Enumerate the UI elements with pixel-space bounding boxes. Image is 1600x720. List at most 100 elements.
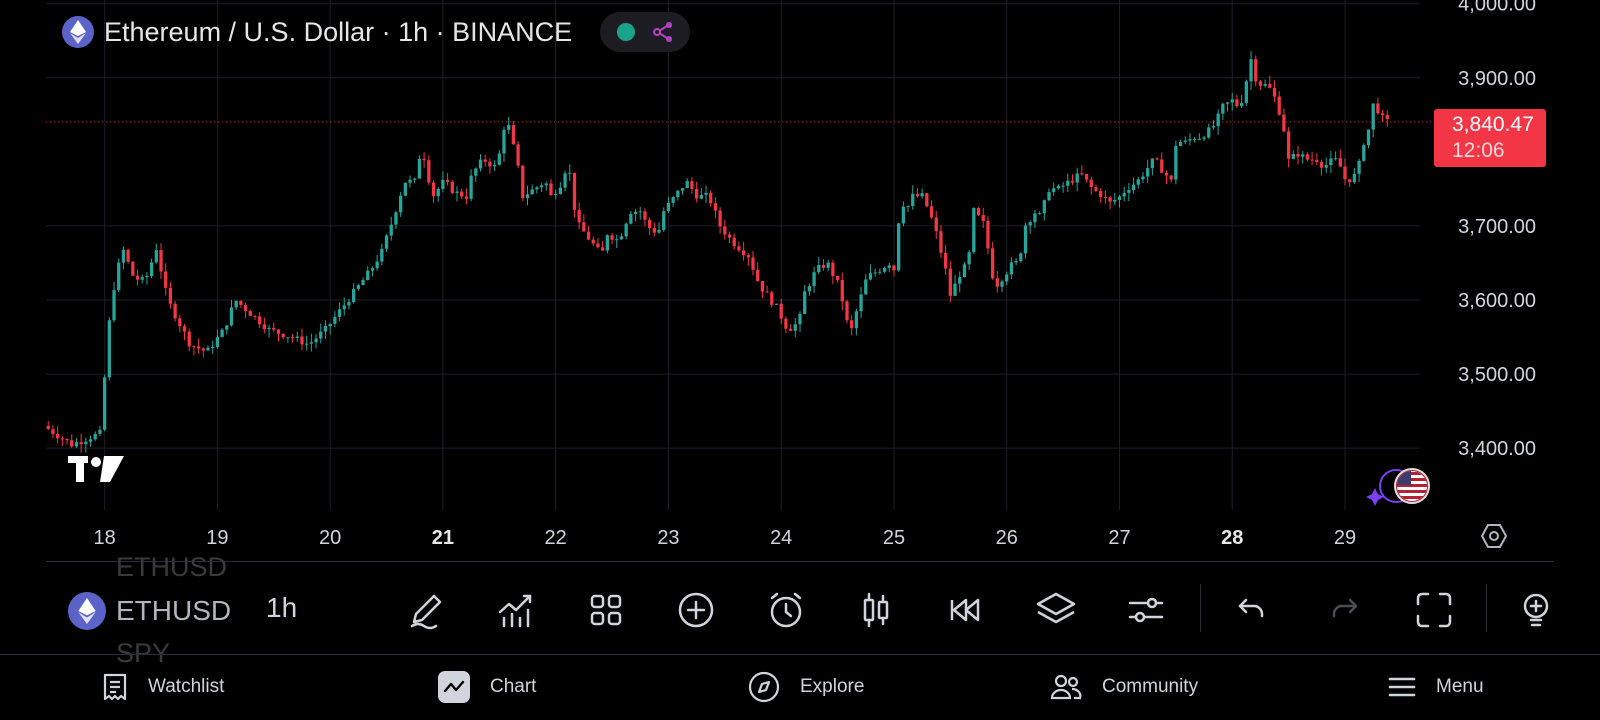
chart-settings-icon[interactable] [1480,524,1508,548]
alert-icon[interactable] [760,584,812,636]
candle-body [990,248,995,279]
ethereum-icon[interactable] [62,16,94,48]
candle-body [741,250,746,256]
candle-body [1150,158,1155,169]
candle-body [1296,153,1300,157]
nav-watchlist[interactable]: Watchlist [102,665,224,709]
candle-body [1014,261,1018,263]
add-icon[interactable] [670,584,722,636]
time-tick-label: 28 [1221,527,1243,549]
templates-icon[interactable] [580,584,632,636]
candle-body [1136,179,1140,185]
candle-body [248,311,252,316]
candle-body [652,228,656,233]
candle-body [295,336,299,338]
bottom-navigation: Watchlist Chart Explore Community Menu [0,655,1600,720]
nav-chart[interactable]: Chart [438,665,536,709]
candle-body [803,291,807,314]
candle-body [1301,154,1305,157]
candle-body [1366,129,1371,146]
candle-body [352,288,356,303]
last-price-tag: 3,840.47 12:06 [1434,109,1546,167]
candle-body [1178,142,1183,147]
candle-body [713,203,718,211]
toolbar-divider [1200,584,1201,632]
candle-body [840,280,844,302]
candle-body [920,193,924,197]
candle-body [51,429,55,434]
candle-body [929,206,934,218]
price-chart[interactable]: 4,000.00 3,900.00 3,700.00 3,600.00 3,500.00… [0,0,1600,562]
nav-explore-label: Explore [800,676,865,697]
candle-body [1108,197,1112,202]
candle-body [60,438,64,440]
candle-body [135,275,140,280]
candle-body [591,239,595,244]
candle-body [46,425,50,430]
candle-body [1141,176,1145,180]
candle-body [1155,158,1159,160]
candle-body [568,172,572,174]
menu-icon [1388,676,1416,698]
candle-body [427,160,431,183]
nav-menu[interactable]: Menu [1388,665,1484,709]
candle-body [1160,159,1164,173]
replay-icon[interactable] [940,584,992,636]
candle-body [464,196,469,199]
candle-body [1131,184,1136,191]
candle-body [1056,185,1061,189]
symbol-carousel-prev: ETHUSD [116,552,228,582]
candle-body [422,158,426,161]
time-tick-label: 18 [94,527,116,549]
economic-events-icon[interactable] [1366,466,1434,510]
candle-body [572,172,577,210]
redo-icon[interactable] [1318,584,1370,636]
candle-body [746,255,750,258]
candle-body [854,311,859,329]
toolbar-divider [1486,584,1487,632]
candle-body [723,226,727,235]
interval-selector[interactable]: 1h [266,592,297,624]
candle-body [831,262,835,276]
candle-body [488,161,492,167]
fullscreen-icon[interactable] [1408,584,1460,636]
indicators-icon[interactable] [490,584,542,636]
candle-body [1324,164,1328,168]
candle-body [1047,192,1051,201]
candle-body [1042,200,1046,214]
ideas-icon[interactable] [1514,584,1554,636]
candle-body [1244,81,1248,103]
candle-body [1362,145,1366,161]
toolbar-ethereum-icon[interactable] [68,592,106,630]
candle-body [366,270,370,281]
draw-icon[interactable] [400,584,452,636]
settings-icon[interactable] [1120,584,1172,636]
nav-chart-label: Chart [490,676,537,697]
candle-body [1329,158,1333,165]
candle-body [65,438,69,441]
price-tick-label: 3,700.00 [1458,216,1536,238]
candle-body [864,279,868,295]
undo-icon[interactable] [1226,584,1278,636]
candle-body [610,235,614,240]
status-pill[interactable] [600,12,691,52]
candle-body [709,192,713,204]
time-tick-label: 22 [545,527,567,549]
tradingview-logo-icon [66,452,126,489]
nav-explore[interactable]: Explore [748,665,864,709]
chart-type-icon[interactable] [850,584,902,636]
candle-body [859,294,863,312]
candle-body [337,309,342,317]
candle-body [234,300,238,308]
symbol-selector[interactable]: ETHUSD [116,595,231,627]
candle-body [1193,139,1197,141]
last-price-value: 3,840.47 [1452,113,1534,136]
symbol-title[interactable]: Ethereum / U.S. Dollar · 1h · BINANCE [104,17,572,48]
layers-icon[interactable] [1030,584,1082,636]
nav-community[interactable]: Community [1050,665,1198,709]
candle-body [1277,96,1281,115]
candle-body [671,197,675,203]
candle-body [370,268,375,271]
candle-body [1103,197,1108,199]
candle-body [417,158,422,179]
